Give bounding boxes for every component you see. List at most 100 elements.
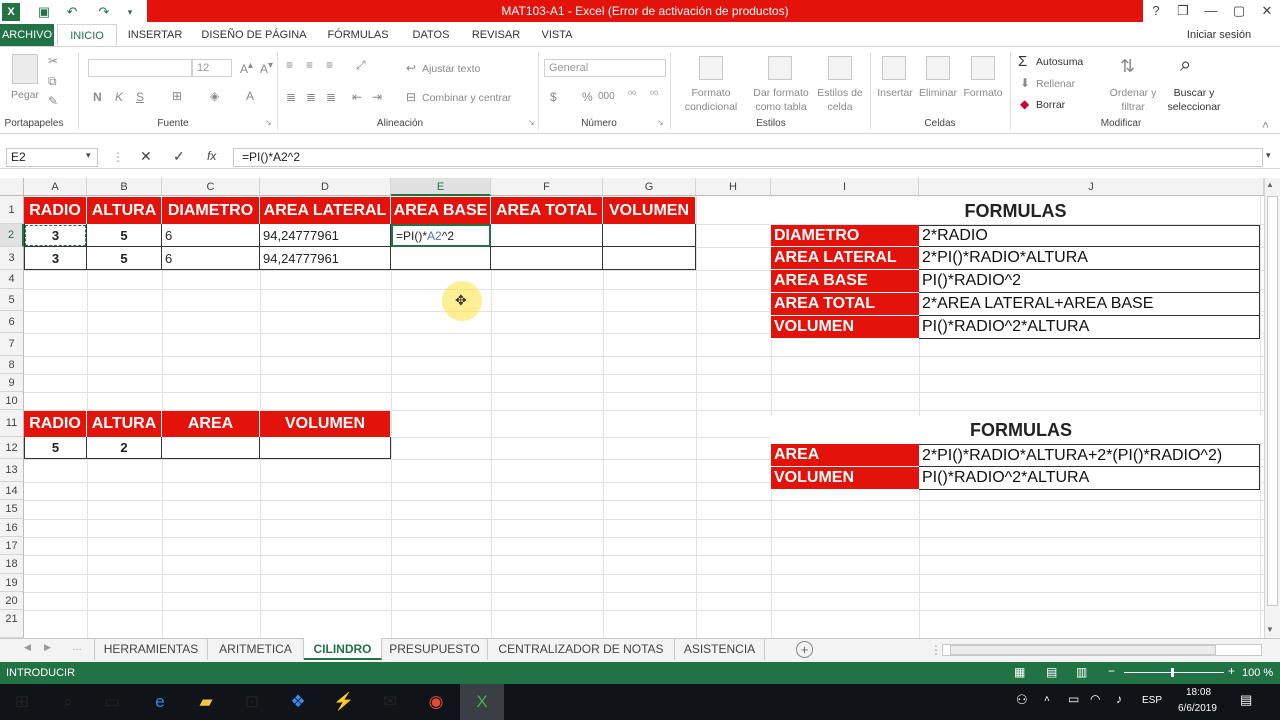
table2-header-altura[interactable]: ALTURA: [87, 411, 162, 437]
tab-vista[interactable]: VISTA: [534, 24, 580, 46]
table1-header-area-base[interactable]: AREA BASE: [391, 197, 491, 224]
cell-e2-editing[interactable]: =PI()* A2 ^2: [391, 224, 491, 247]
formula2-value-area[interactable]: 2*PI()*RADIO*ALTURA+2*(PI()*RADIO^2): [919, 444, 1260, 467]
search-icon[interactable]: ⌕: [46, 684, 90, 720]
cell-a2[interactable]: 3: [24, 224, 87, 247]
cancel-formula-button[interactable]: ✕: [140, 148, 152, 165]
cell-d2[interactable]: 94,24777961: [260, 224, 391, 247]
shrink-font-icon[interactable]: A▾: [260, 60, 273, 76]
column-header-c[interactable]: C: [162, 178, 260, 196]
select-all-corner[interactable]: [0, 178, 24, 196]
row-header-10[interactable]: 10: [0, 392, 24, 410]
name-box-dropdown-icon[interactable]: ▾: [86, 150, 91, 161]
decrease-indent-icon[interactable]: ⇤: [352, 90, 362, 104]
formula-input[interactable]: =PI()*A2^2: [233, 148, 1263, 167]
cell-f3[interactable]: [491, 247, 603, 270]
format-cells-button[interactable]: Formato: [960, 86, 1006, 100]
tab-insertar[interactable]: INSERTAR: [124, 24, 186, 46]
row-header-9[interactable]: 9: [0, 374, 24, 392]
volume-icon[interactable]: ♪: [1116, 692, 1122, 706]
formula-value-area-total[interactable]: 2*AREA LATERAL+AREA BASE: [919, 293, 1260, 316]
copy-icon[interactable]: ⧉: [48, 74, 57, 89]
table2-header-area[interactable]: AREA: [162, 411, 260, 437]
tab-datos[interactable]: DATOS: [404, 24, 458, 46]
help-icon[interactable]: ?: [1143, 0, 1169, 22]
undo-icon[interactable]: ↶: [62, 2, 82, 22]
decrease-decimal-icon[interactable]: ⁰⁰: [650, 90, 658, 101]
align-top-icon[interactable]: ≡: [286, 58, 293, 72]
battery-icon[interactable]: ▭: [1068, 692, 1079, 706]
percent-button[interactable]: %: [582, 90, 593, 104]
table1-header-area-total[interactable]: AREA TOTAL: [491, 197, 603, 224]
insert-function-button[interactable]: fx: [207, 149, 216, 163]
fuente-launcher-icon[interactable]: ↘: [265, 118, 272, 127]
formula-label-area-total[interactable]: AREA TOTAL: [771, 293, 919, 316]
redo-icon[interactable]: ↷: [94, 2, 114, 22]
row-header-8[interactable]: 8: [0, 356, 24, 374]
scroll-up-icon[interactable]: ▲: [1266, 180, 1274, 189]
scroll-down-icon[interactable]: ▼: [1266, 625, 1274, 634]
formulas-title-1[interactable]: FORMULAS: [771, 197, 1260, 224]
orientation-icon[interactable]: ⤢: [356, 58, 366, 73]
row-header-20[interactable]: 20: [0, 592, 24, 610]
increase-indent-icon[interactable]: ⇥: [372, 90, 382, 104]
zoom-out-icon[interactable]: −: [1108, 664, 1115, 678]
row-header-2[interactable]: 2: [0, 224, 24, 247]
increase-decimal-icon[interactable]: ⁰⁰: [628, 90, 636, 101]
row-header-18[interactable]: 18: [0, 555, 24, 574]
network-icon[interactable]: ◠: [1090, 692, 1100, 706]
borders-icon[interactable]: ⊞: [172, 89, 182, 103]
currency-button[interactable]: $: [550, 90, 557, 104]
bold-button[interactable]: N: [93, 90, 102, 104]
app-icon[interactable]: ⚡: [322, 684, 366, 720]
cell-c3[interactable]: 6: [162, 247, 260, 270]
column-header-j[interactable]: J: [919, 178, 1264, 196]
numero-launcher-icon[interactable]: ↘: [657, 118, 664, 127]
delete-cells-button[interactable]: Eliminar: [916, 86, 960, 100]
minimize-icon[interactable]: —: [1198, 0, 1224, 22]
sort-filter-button[interactable]: Ordenar y filtrar: [1104, 86, 1162, 114]
row-header-21[interactable]: 21: [0, 610, 24, 638]
cell-b2[interactable]: 5: [87, 224, 162, 247]
wrap-text-button[interactable]: Ajustar texto: [422, 62, 480, 76]
align-left-icon[interactable]: ≣: [286, 90, 296, 104]
row-header-7[interactable]: 7: [0, 333, 24, 356]
row-header-6[interactable]: 6: [0, 311, 24, 333]
sheet-tab-cilindro[interactable]: CILINDRO: [304, 638, 382, 660]
font-size-combo[interactable]: 12: [192, 59, 232, 77]
formula-value-volumen[interactable]: PI()*RADIO^2*ALTURA: [919, 316, 1260, 339]
row-header-13[interactable]: 13: [0, 459, 24, 482]
column-header-h[interactable]: H: [696, 178, 771, 196]
maximize-icon[interactable]: ▢: [1226, 0, 1252, 22]
column-header-g[interactable]: G: [603, 178, 696, 196]
cell-a3[interactable]: 3: [24, 247, 87, 270]
formula-label-area-lateral[interactable]: AREA LATERAL: [771, 247, 919, 270]
table1-header-volumen[interactable]: VOLUMEN: [603, 197, 696, 224]
tab-split-handle-icon[interactable]: ⋮: [930, 643, 942, 657]
zoom-in-icon[interactable]: +: [1228, 664, 1235, 678]
edge-icon[interactable]: e: [138, 684, 182, 720]
collapse-ribbon-icon[interactable]: ˄: [1262, 118, 1269, 132]
vertical-scroll-thumb[interactable]: [1267, 196, 1278, 606]
table1-header-altura[interactable]: ALTURA: [87, 197, 162, 224]
windows-start-icon[interactable]: ⊞: [0, 684, 44, 720]
underline-button[interactable]: S: [136, 90, 144, 104]
cell-b12[interactable]: 2: [87, 437, 162, 459]
sheet-more-icon[interactable]: …: [72, 642, 82, 653]
clear-button[interactable]: Borrar: [1036, 98, 1065, 112]
sheet-prev-icon[interactable]: ◀: [24, 642, 31, 653]
table1-header-diametro[interactable]: DIAMETRO: [162, 197, 260, 224]
new-sheet-button[interactable]: +: [796, 641, 813, 658]
row-header-11[interactable]: 11: [0, 410, 24, 437]
save-icon[interactable]: ▣: [34, 2, 54, 22]
formula-label-diametro[interactable]: DIAMETRO: [771, 225, 919, 247]
formula2-value-volumen[interactable]: PI()*RADIO^2*ALTURA: [919, 467, 1260, 490]
file-explorer-icon[interactable]: ▰: [184, 684, 228, 720]
number-format-combo[interactable]: General: [544, 59, 666, 77]
align-middle-icon[interactable]: ≡: [306, 58, 313, 72]
language-indicator[interactable]: ESP: [1142, 695, 1162, 706]
italic-button[interactable]: K: [115, 90, 123, 104]
sheet-tab-aritmetica[interactable]: ARITMETICA: [208, 638, 304, 660]
alineacion-launcher-icon[interactable]: ↘: [528, 118, 535, 127]
autosum-button[interactable]: Autosuma: [1036, 55, 1083, 69]
